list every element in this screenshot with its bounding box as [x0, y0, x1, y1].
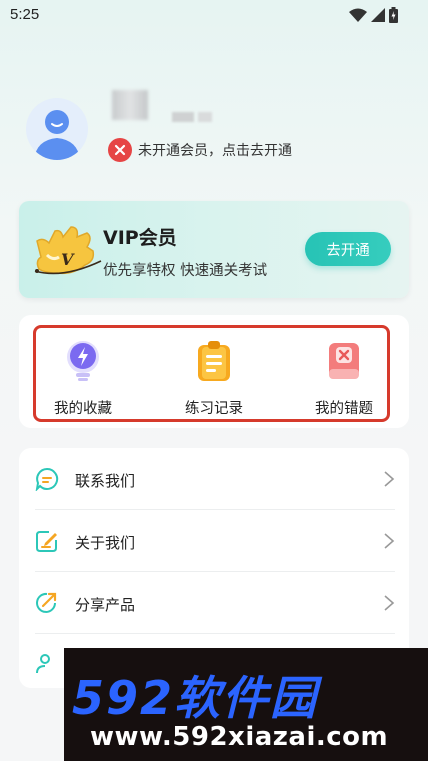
share-icon — [36, 592, 57, 613]
username-redacted — [112, 90, 148, 120]
features-card: 我的收藏 练习记录 我的错题 — [19, 315, 409, 428]
membership-status[interactable]: 未开通会员，点击去开通 — [108, 138, 292, 162]
edit-icon — [36, 531, 57, 552]
watermark-logo-text: 软件园 — [174, 671, 319, 725]
chat-icon — [35, 467, 59, 491]
status-bar: 5:25 — [0, 0, 428, 32]
svg-text:V: V — [61, 250, 75, 269]
membership-status-text: 未开通会员，点击去开通 — [138, 143, 292, 159]
close-icon — [108, 138, 132, 162]
status-time: 5:25 — [10, 6, 40, 23]
feature-wrong-questions-label: 我的错题 — [315, 401, 373, 417]
feature-favorites[interactable]: 我的收藏 — [33, 339, 133, 418]
avatar-icon — [34, 110, 80, 160]
wifi-icon — [349, 8, 367, 22]
feature-wrong-questions[interactable]: 我的错题 — [294, 339, 394, 418]
watermark-logo-digits: 592 — [72, 671, 175, 725]
watermark-overlay: 592软件园 www.592xiazai.com — [64, 648, 428, 761]
feature-favorites-label: 我的收藏 — [54, 401, 112, 417]
user-icon — [36, 654, 50, 674]
menu-item-contact-us[interactable]: 联系我们 — [19, 448, 409, 510]
status-icons — [349, 7, 398, 23]
username-redacted-3 — [198, 112, 212, 122]
avatar[interactable] — [26, 98, 88, 160]
activate-vip-button[interactable]: 去开通 — [305, 232, 391, 266]
chevron-right-icon — [384, 533, 395, 549]
crown-icon: V — [34, 226, 102, 275]
chevron-right-icon — [384, 471, 395, 487]
username-redacted-2 — [172, 112, 194, 122]
chevron-right-icon — [384, 595, 395, 611]
battery-icon — [389, 7, 398, 23]
signal-icon — [371, 8, 385, 22]
vip-subtitle: 优先享特权 快速通关考试 — [103, 263, 268, 279]
menu-item-share[interactable]: 分享产品 — [19, 572, 409, 634]
menu-item-label: 关于我们 — [75, 534, 136, 552]
wrong-book-icon — [329, 343, 359, 379]
menu-item-label: 联系我们 — [75, 472, 136, 490]
feature-practice-records[interactable]: 练习记录 — [164, 339, 264, 418]
vip-card[interactable]: V VIP会员 优先享特权 快速通关考试 去开通 — [19, 201, 409, 298]
notepad-icon — [198, 341, 230, 381]
feature-practice-records-label: 练习记录 — [185, 401, 243, 417]
bulb-icon — [67, 341, 99, 381]
menu-item-about-us[interactable]: 关于我们 — [19, 510, 409, 572]
profile-section[interactable]: 未开通会员，点击去开通 — [24, 90, 404, 176]
menu-item-label: 分享产品 — [75, 596, 136, 614]
watermark-logo: 592软件园 — [72, 662, 318, 728]
watermark-url: www.592xiazai.com — [90, 722, 389, 752]
vip-title: VIP会员 — [103, 227, 177, 249]
